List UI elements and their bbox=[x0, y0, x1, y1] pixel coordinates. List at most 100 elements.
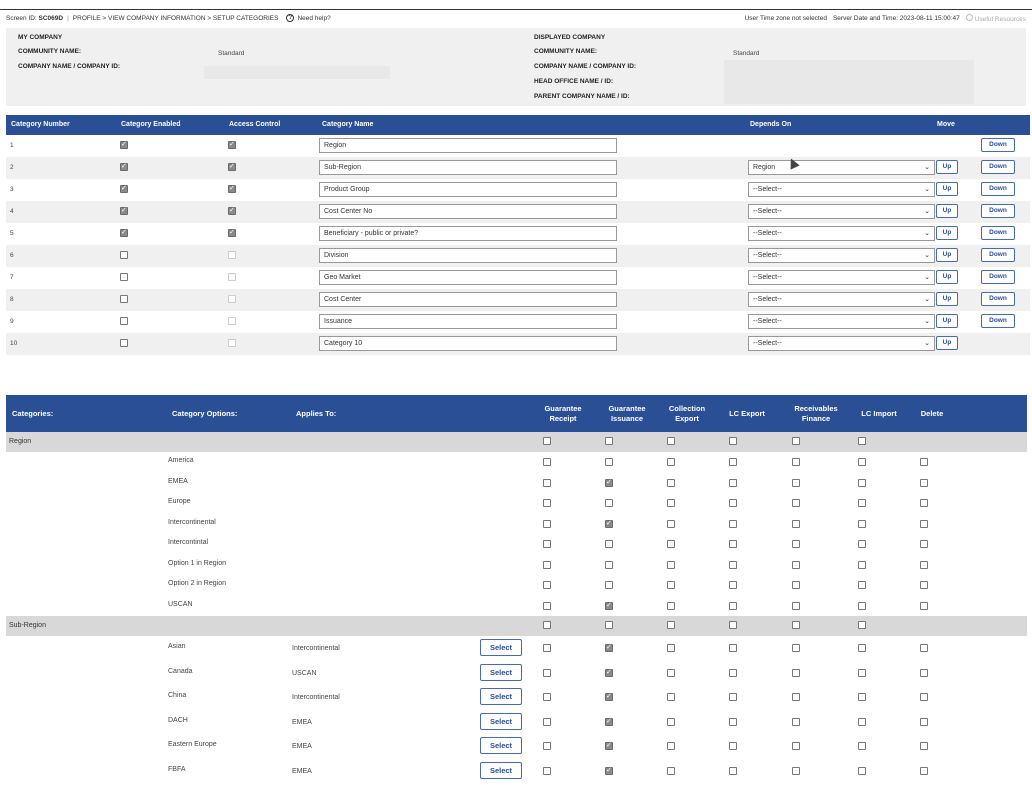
select-button[interactable]: Select bbox=[480, 639, 522, 656]
option-checkbox[interactable] bbox=[543, 560, 551, 569]
category-name-input[interactable]: Cost Center bbox=[319, 292, 617, 307]
option-checkbox[interactable] bbox=[858, 499, 866, 507]
group-checkbox[interactable] bbox=[667, 437, 675, 445]
option-checkbox[interactable] bbox=[543, 581, 551, 589]
select-button[interactable]: Select bbox=[480, 663, 522, 681]
option-checkbox[interactable] bbox=[920, 766, 928, 775]
group-checkbox[interactable] bbox=[858, 621, 866, 629]
option-checkbox[interactable] bbox=[543, 644, 551, 652]
option-checkbox[interactable] bbox=[792, 668, 800, 677]
option-checkbox[interactable] bbox=[605, 643, 613, 652]
option-checkbox[interactable] bbox=[605, 499, 613, 507]
option-checkbox[interactable] bbox=[543, 478, 551, 487]
access-control-checkbox[interactable] bbox=[228, 273, 236, 281]
category-enabled-checkbox[interactable] bbox=[120, 317, 128, 325]
category-enabled-checkbox[interactable] bbox=[120, 295, 128, 303]
option-checkbox[interactable] bbox=[605, 692, 613, 701]
option-checkbox[interactable] bbox=[667, 693, 675, 701]
group-checkbox[interactable] bbox=[605, 437, 613, 445]
category-name-input[interactable]: Category 10 bbox=[319, 336, 617, 351]
move-down-button[interactable]: Down bbox=[981, 226, 1015, 240]
option-checkbox[interactable] bbox=[792, 458, 800, 466]
group-checkbox[interactable] bbox=[729, 621, 737, 629]
move-down-button[interactable]: Down bbox=[981, 248, 1015, 262]
move-down-button[interactable]: Down bbox=[981, 138, 1015, 152]
group-checkbox[interactable] bbox=[667, 621, 675, 629]
option-checkbox[interactable] bbox=[858, 644, 866, 652]
move-up-button[interactable]: Up bbox=[936, 270, 958, 284]
access-control-checkbox[interactable] bbox=[228, 140, 236, 149]
option-checkbox[interactable] bbox=[543, 717, 551, 726]
option-checkbox[interactable] bbox=[858, 766, 866, 775]
option-checkbox[interactable] bbox=[729, 693, 737, 701]
move-down-button[interactable]: Down bbox=[981, 270, 1015, 284]
group-checkbox[interactable] bbox=[858, 437, 866, 445]
depends-on-select[interactable]: --Select-- ⌄ bbox=[748, 182, 935, 197]
option-checkbox[interactable] bbox=[667, 519, 675, 528]
move-down-button[interactable]: Down bbox=[981, 314, 1015, 328]
option-checkbox[interactable] bbox=[792, 560, 800, 569]
option-checkbox[interactable] bbox=[920, 458, 928, 466]
option-checkbox[interactable] bbox=[729, 601, 737, 610]
access-control-checkbox[interactable] bbox=[228, 317, 236, 325]
access-control-checkbox[interactable] bbox=[228, 228, 236, 237]
option-checkbox[interactable] bbox=[543, 540, 551, 548]
option-checkbox[interactable] bbox=[667, 766, 675, 775]
access-control-checkbox[interactable] bbox=[228, 251, 236, 259]
option-checkbox[interactable] bbox=[858, 581, 866, 589]
option-checkbox[interactable] bbox=[729, 581, 737, 589]
option-checkbox[interactable] bbox=[729, 499, 737, 507]
depends-on-select[interactable]: Region ⌄ bbox=[748, 160, 935, 175]
move-down-button[interactable]: Down bbox=[981, 160, 1015, 174]
option-checkbox[interactable] bbox=[792, 717, 800, 726]
move-up-button[interactable]: Up bbox=[936, 160, 958, 174]
option-checkbox[interactable] bbox=[729, 766, 737, 775]
move-up-button[interactable]: Up bbox=[936, 226, 958, 240]
option-checkbox[interactable] bbox=[605, 560, 613, 569]
option-checkbox[interactable] bbox=[920, 742, 928, 750]
option-checkbox[interactable] bbox=[667, 717, 675, 726]
category-name-input[interactable]: Beneficiary - public or private? bbox=[319, 226, 617, 241]
option-checkbox[interactable] bbox=[729, 668, 737, 677]
option-checkbox[interactable] bbox=[920, 601, 928, 610]
depends-on-select[interactable]: --Select-- ⌄ bbox=[748, 226, 935, 241]
group-checkbox[interactable] bbox=[729, 437, 737, 445]
option-checkbox[interactable] bbox=[729, 519, 737, 528]
option-checkbox[interactable] bbox=[667, 499, 675, 507]
option-checkbox[interactable] bbox=[858, 458, 866, 466]
option-checkbox[interactable] bbox=[729, 560, 737, 569]
option-checkbox[interactable] bbox=[543, 519, 551, 528]
category-enabled-checkbox[interactable] bbox=[120, 140, 128, 149]
category-enabled-checkbox[interactable] bbox=[120, 162, 128, 171]
depends-on-select[interactable]: --Select-- ⌄ bbox=[748, 270, 935, 285]
option-checkbox[interactable] bbox=[605, 601, 613, 610]
option-checkbox[interactable] bbox=[605, 668, 613, 677]
option-checkbox[interactable] bbox=[667, 581, 675, 589]
option-checkbox[interactable] bbox=[729, 458, 737, 466]
depends-on-select[interactable]: --Select-- ⌄ bbox=[748, 292, 935, 307]
option-checkbox[interactable] bbox=[920, 644, 928, 652]
category-name-input[interactable]: Product Group bbox=[319, 182, 617, 197]
option-checkbox[interactable] bbox=[792, 478, 800, 487]
option-checkbox[interactable] bbox=[543, 766, 551, 775]
option-checkbox[interactable] bbox=[667, 644, 675, 652]
option-checkbox[interactable] bbox=[792, 693, 800, 701]
option-checkbox[interactable] bbox=[858, 478, 866, 487]
category-name-input[interactable]: Cost Center No bbox=[319, 204, 617, 219]
option-checkbox[interactable] bbox=[667, 540, 675, 548]
move-up-button[interactable]: Up bbox=[936, 204, 958, 218]
option-checkbox[interactable] bbox=[858, 742, 866, 750]
option-checkbox[interactable] bbox=[792, 499, 800, 507]
move-up-button[interactable]: Up bbox=[936, 182, 958, 196]
option-checkbox[interactable] bbox=[920, 540, 928, 548]
option-checkbox[interactable] bbox=[729, 717, 737, 726]
option-checkbox[interactable] bbox=[605, 717, 613, 726]
move-down-button[interactable]: Down bbox=[981, 292, 1015, 306]
option-checkbox[interactable] bbox=[543, 499, 551, 507]
option-checkbox[interactable] bbox=[858, 717, 866, 726]
category-enabled-checkbox[interactable] bbox=[120, 339, 128, 347]
move-down-button[interactable]: Down bbox=[981, 182, 1015, 196]
option-checkbox[interactable] bbox=[605, 581, 613, 589]
option-checkbox[interactable] bbox=[543, 668, 551, 677]
group-checkbox[interactable] bbox=[792, 621, 800, 629]
